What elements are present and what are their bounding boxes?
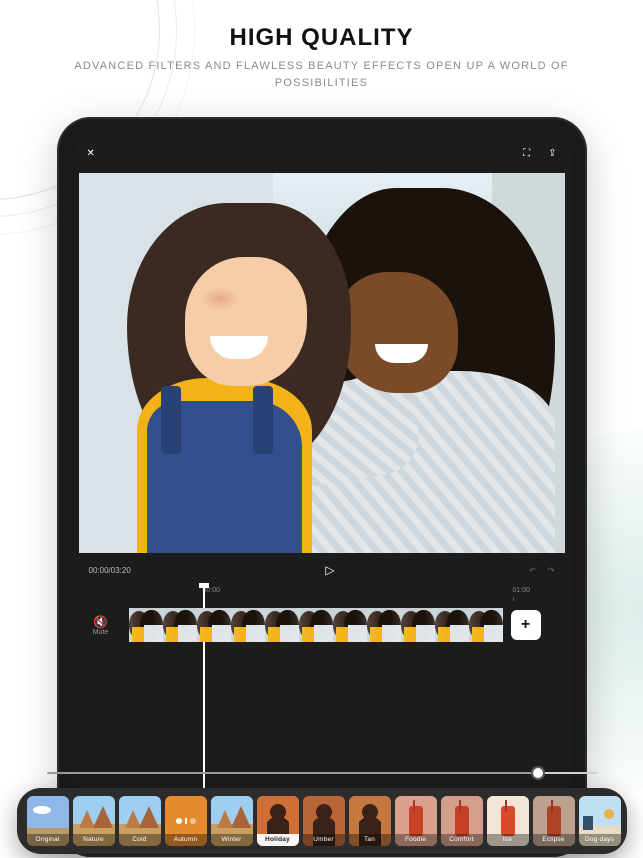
close-icon[interactable]: ✕ — [87, 148, 95, 159]
hero-title: HIGH QUALITY — [40, 24, 603, 52]
add-clip-button[interactable]: + — [511, 610, 541, 640]
filter-comfort[interactable]: Comfort — [441, 796, 483, 846]
clip-thumb[interactable] — [469, 608, 503, 642]
filter-label: Holiday — [257, 834, 299, 846]
filter-label: Ice — [487, 834, 529, 846]
filter-label: Comfort — [441, 834, 483, 846]
filter-foodie[interactable]: Foodie — [395, 796, 437, 846]
playback-bar: 00:00/03:20 ▷ ↶ ↷ — [73, 553, 571, 583]
undo-button[interactable]: ↶ — [529, 566, 536, 575]
clip-thumb[interactable] — [333, 608, 367, 642]
filter-label: Autumn — [165, 834, 207, 846]
filter-winter[interactable]: Winter — [211, 796, 253, 846]
filter-label: Dog days — [579, 834, 621, 846]
preview-area — [73, 173, 571, 553]
clip-thumb[interactable] — [299, 608, 333, 642]
clip-thumb[interactable] — [401, 608, 435, 642]
play-button[interactable]: ▷ — [325, 563, 334, 577]
export-icon[interactable]: ⇪ — [548, 148, 556, 159]
filter-dog-days[interactable]: Dog days — [579, 796, 621, 846]
mute-icon: 🔇 — [73, 615, 129, 629]
filter-ice[interactable]: Ice — [487, 796, 529, 846]
filter-tray: Original Nature Cold Autumn Winter Holiday Umb… — [17, 764, 627, 854]
filter-label: Umber — [303, 834, 345, 846]
tablet-frame: ✕ ⛶ ⇪ 00:00/03:20 ▷ ↶ ↷ 00:00 — [57, 117, 587, 857]
clip-thumb[interactable] — [231, 608, 265, 642]
filter-holiday[interactable]: Holiday — [257, 796, 299, 846]
clip-thumb[interactable] — [265, 608, 299, 642]
time-counter: 00:00/03:20 — [89, 566, 131, 575]
ruler-tick: 01:00 — [513, 587, 531, 594]
clip-thumb[interactable] — [197, 608, 231, 642]
editor-topbar: ✕ ⛶ ⇪ — [73, 133, 571, 173]
clip-strip[interactable] — [129, 608, 503, 642]
slider-thumb[interactable] — [531, 766, 545, 780]
filter-autumn[interactable]: Autumn — [165, 796, 207, 846]
filter-label: Cold — [119, 834, 161, 846]
filter-nature[interactable]: Nature — [73, 796, 115, 846]
ruler-tick: 00:00 — [203, 587, 221, 594]
hero: HIGH QUALITY ADVANCED FILTERS AND FLAWLE… — [0, 0, 643, 109]
filter-label: Winter — [211, 834, 253, 846]
clip-thumb[interactable] — [129, 608, 163, 642]
clip-thumb[interactable] — [435, 608, 469, 642]
filter-label: Foodie — [395, 834, 437, 846]
mute-label: Mute — [93, 629, 109, 636]
filter-tan[interactable]: Tan — [349, 796, 391, 846]
filter-list[interactable]: Original Nature Cold Autumn Winter Holiday Umb… — [17, 788, 627, 854]
filter-label: Tan — [349, 834, 391, 846]
redo-button[interactable]: ↷ — [548, 566, 555, 575]
filter-label: Eclipse — [533, 834, 575, 846]
filter-eclipse[interactable]: Eclipse — [533, 796, 575, 846]
filter-label: Nature — [73, 834, 115, 846]
filter-original[interactable]: Original — [27, 796, 69, 846]
clip-thumb[interactable] — [367, 608, 401, 642]
timeline-ruler: 00:00 01:00 — [133, 587, 571, 601]
filter-umber[interactable]: Umber — [303, 796, 345, 846]
hero-subtitle: ADVANCED FILTERS AND FLAWLESS BEAUTY EFF… — [40, 58, 603, 91]
app-screen: ✕ ⛶ ⇪ 00:00/03:20 ▷ ↶ ↷ 00:00 — [73, 133, 571, 841]
filter-intensity-slider[interactable] — [47, 764, 597, 782]
video-preview[interactable] — [79, 173, 565, 553]
filter-cold[interactable]: Cold — [119, 796, 161, 846]
clip-thumb[interactable] — [163, 608, 197, 642]
fullscreen-icon[interactable]: ⛶ — [523, 148, 530, 159]
mute-toggle[interactable]: 🔇 Mute — [73, 615, 129, 636]
filter-label: Original — [27, 834, 69, 846]
